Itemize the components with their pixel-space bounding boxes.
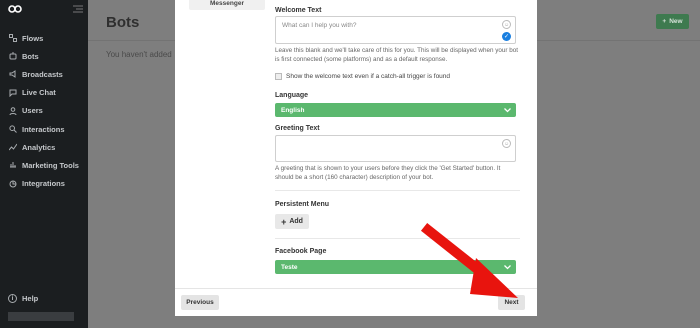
search-icon xyxy=(8,125,17,134)
welcome-text-placeholder: What can I help you with? xyxy=(282,22,357,29)
broadcast-icon xyxy=(8,70,17,79)
persistent-menu-label: Persistent Menu xyxy=(275,201,330,208)
language-label: Language xyxy=(275,92,309,99)
sidebar-item-bots[interactable]: Bots xyxy=(0,47,88,65)
sidebar-item-flows[interactable]: Flows xyxy=(0,29,88,47)
red-arrow-annotation xyxy=(420,222,530,317)
sidebar-item-label: Live Chat xyxy=(22,88,56,98)
chevron-down-icon xyxy=(502,105,512,115)
sidebar-item-label: Integrations xyxy=(22,179,65,189)
empty-state-message: You haven't added xyxy=(106,50,172,59)
catch-all-checkbox-row[interactable]: Show the welcome text even if a catch-al… xyxy=(275,73,450,80)
new-bot-button[interactable]: + New xyxy=(656,14,689,29)
sidebar-item-users[interactable]: Users xyxy=(0,102,88,120)
sidebar: Flows Bots Broadcasts Live Chat Users In… xyxy=(0,0,88,328)
sidebar-item-broadcasts[interactable]: Broadcasts xyxy=(0,65,88,83)
catch-all-checkbox[interactable] xyxy=(275,73,282,80)
section-divider xyxy=(275,190,520,191)
new-bot-label: New xyxy=(669,18,683,25)
sidebar-item-integrations[interactable]: Integrations xyxy=(0,175,88,193)
language-select[interactable]: English xyxy=(275,103,516,117)
integrations-icon xyxy=(8,179,17,188)
sidebar-item-label: Analytics xyxy=(22,142,56,152)
sidebar-item-label: Flows xyxy=(22,33,44,43)
add-menu-button[interactable]: + Add xyxy=(275,214,309,229)
collapse-sidebar-icon[interactable] xyxy=(73,5,83,13)
facebook-page-value: Teste xyxy=(281,263,298,271)
tab-messenger[interactable]: Messenger xyxy=(189,0,265,10)
welcome-text-field[interactable]: What can I help you with? ☺ ✓ xyxy=(275,16,516,44)
language-value: English xyxy=(281,106,305,114)
sidebar-item-label: Marketing Tools xyxy=(22,160,79,170)
emoji-icon[interactable]: ☺ xyxy=(502,20,511,29)
welcome-text-label: Welcome Text xyxy=(275,7,322,14)
plus-icon: + xyxy=(662,18,667,25)
help-link[interactable]: i Help xyxy=(8,294,38,303)
sidebar-item-interactions[interactable]: Interactions xyxy=(0,120,88,138)
bots-icon xyxy=(8,52,17,61)
page-title: Bots xyxy=(106,14,140,31)
sidebar-item-live-chat[interactable]: Live Chat xyxy=(0,84,88,102)
greeting-text-label: Greeting Text xyxy=(275,125,320,132)
help-label: Help xyxy=(22,294,39,303)
greeting-text-help: A greeting that is shown to your users b… xyxy=(275,165,501,181)
sidebar-item-analytics[interactable]: Analytics xyxy=(0,138,88,156)
facebook-page-label: Facebook Page xyxy=(275,248,327,255)
sidebar-nav: Flows Bots Broadcasts Live Chat Users In… xyxy=(0,29,88,193)
brand-logo[interactable] xyxy=(8,4,22,16)
sidebar-item-label: Bots xyxy=(22,51,39,61)
check-icon: ✓ xyxy=(502,32,511,41)
plus-icon: + xyxy=(281,216,287,227)
emoji-icon[interactable]: ☺ xyxy=(502,139,511,148)
analytics-icon xyxy=(8,143,17,152)
greeting-text-field[interactable]: ☺ xyxy=(275,135,516,162)
chat-icon xyxy=(8,88,17,97)
flows-icon xyxy=(8,34,17,43)
sidebar-item-label: Broadcasts xyxy=(22,69,63,79)
user-account-bar[interactable] xyxy=(8,312,74,321)
previous-button[interactable]: Previous xyxy=(181,295,219,310)
welcome-text-help: Leave this blank and we'll take care of … xyxy=(275,47,518,63)
add-menu-label: Add xyxy=(289,218,303,225)
sidebar-item-marketing-tools[interactable]: Marketing Tools xyxy=(0,156,88,174)
sidebar-item-label: Users xyxy=(22,106,43,116)
users-icon xyxy=(8,106,17,115)
catch-all-checkbox-label: Show the welcome text even if a catch-al… xyxy=(286,73,451,80)
sidebar-item-label: Interactions xyxy=(22,124,65,134)
info-icon: i xyxy=(8,294,17,303)
marketing-icon xyxy=(8,161,17,170)
